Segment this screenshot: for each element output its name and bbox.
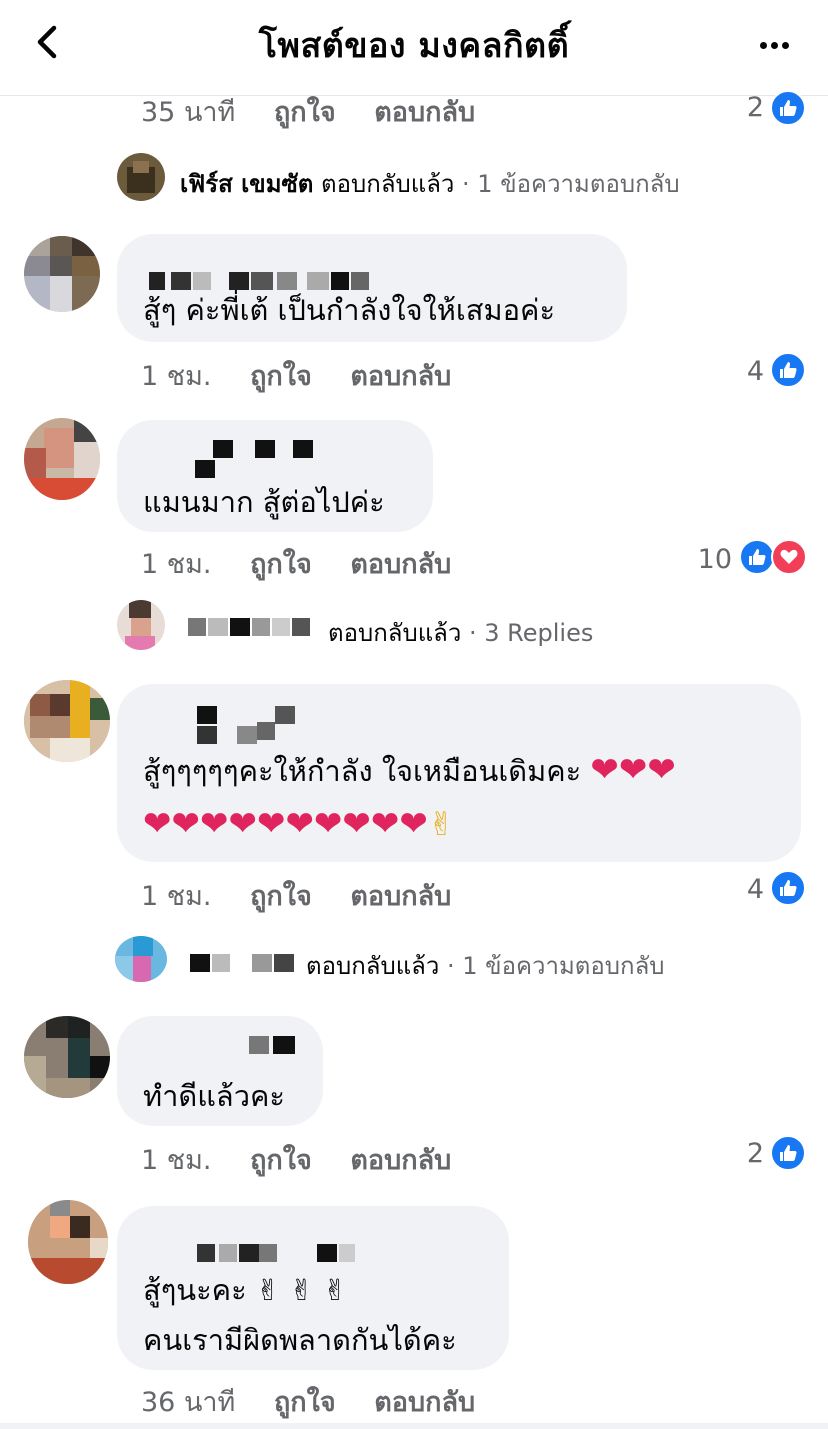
comment-text-line-2: คนเรามีผิดพลาดกันได้คะ <box>143 1323 457 1357</box>
comment-bubble[interactable]: แมนมาก สู้ต่อไปค่ะ <box>117 420 433 532</box>
like-action[interactable]: ถูกใจ <box>250 354 312 397</box>
like-action[interactable]: ถูกใจ <box>274 90 336 133</box>
peace-emoji: ✌ <box>427 805 455 843</box>
reaction-count[interactable]: 2 <box>700 1138 764 1169</box>
reply-action-text: ตอบกลับแล้ว <box>306 952 440 980</box>
comment-meta: 1 ชม. ถูกใจ ตอบกลับ <box>141 354 451 397</box>
reply-action[interactable]: ตอบกลับ <box>350 1138 451 1181</box>
commenter-name-redacted <box>143 1030 403 1070</box>
reply-count-text: · 1 ข้อความตอบกลับ <box>462 170 680 198</box>
top-bar: โพสต์ของ มงคลกิตติ์ <box>0 0 828 96</box>
reply-action[interactable]: ตอบกลับ <box>350 874 451 917</box>
comment-text: แมนมาก สู้ต่อไปค่ะ <box>143 485 385 519</box>
comment-time: 1 ชม. <box>141 549 212 580</box>
comment-meta: 1 ชม. ถูกใจ ตอบกลับ <box>141 874 451 917</box>
comment-time: 1 ชม. <box>141 361 212 392</box>
avatar[interactable] <box>24 1016 110 1098</box>
reply-count-text: · 1 ข้อความตอบกลับ <box>447 952 665 980</box>
bottom-divider <box>0 1423 828 1429</box>
avatar[interactable] <box>28 1200 108 1284</box>
comment-text: สู้ๆ ค่ะพี่เต้ เป็นกำลังใจให้เสมอค่ะ <box>143 293 556 327</box>
comment-time: 1 ชม. <box>141 1145 212 1176</box>
replier-name: เฟิร์ส เขมซัต <box>180 170 314 198</box>
reply-summary[interactable]: ตอบกลับแล้ว · 3 Replies <box>328 613 593 652</box>
comment-meta: 35 นาที ถูกใจ ตอบกลับ <box>141 90 475 133</box>
heart-emoji: ❤❤❤❤❤❤❤❤❤❤ <box>143 804 428 844</box>
comment-meta: 1 ชม. ถูกใจ ตอบกลับ <box>141 542 451 585</box>
comment-meta: 1 ชม. ถูกใจ ตอบกลับ <box>141 1138 451 1181</box>
reply-action[interactable]: ตอบกลับ <box>374 1380 475 1423</box>
like-action[interactable]: ถูกใจ <box>250 542 312 585</box>
like-thumb-icon <box>739 539 775 575</box>
like-action[interactable]: ถูกใจ <box>274 1380 336 1423</box>
comment-bubble[interactable]: สู้ๆ ค่ะพี่เต้ เป็นกำลังใจให้เสมอค่ะ <box>117 234 627 342</box>
more-button[interactable] <box>760 34 800 50</box>
comment-bubble[interactable]: ทำดีแล้วคะ <box>117 1016 323 1126</box>
commenter-name-redacted <box>143 1220 403 1262</box>
heart-emoji: ❤❤❤ <box>590 750 676 790</box>
comment-bubble[interactable]: สู้ๆนะคะ ✌ ✌ ✌ คนเรามีผิดพลาดกันได้คะ <box>117 1206 509 1370</box>
avatar[interactable] <box>115 936 167 982</box>
reaction-count[interactable]: 4 <box>700 874 764 905</box>
avatar[interactable] <box>117 153 165 201</box>
reply-action-text: ตอบกลับแล้ว <box>328 619 462 647</box>
reply-summary[interactable]: ตอบกลับแล้ว · 1 ข้อความตอบกลับ <box>306 946 665 985</box>
like-thumb-icon <box>770 870 806 906</box>
comment-meta: 36 นาที ถูกใจ ตอบกลับ <box>141 1380 475 1423</box>
reply-summary[interactable]: เฟิร์ส เขมซัต ตอบกลับแล้ว · 1 ข้อความตอบ… <box>180 164 680 203</box>
commenter-name-redacted <box>143 434 403 478</box>
reply-action[interactable]: ตอบกลับ <box>374 90 475 133</box>
comment-text-line-2: ❤❤❤❤❤❤❤❤❤❤✌ <box>143 796 455 853</box>
replier-name-redacted <box>172 950 302 974</box>
reaction-count[interactable]: 4 <box>700 356 764 387</box>
commenter-name-redacted <box>143 698 403 744</box>
like-thumb-icon <box>770 352 806 388</box>
reply-action[interactable]: ตอบกลับ <box>350 354 451 397</box>
reaction-count[interactable]: 10 <box>680 544 732 575</box>
comment-time: 35 นาที <box>141 97 236 128</box>
comment-text: ทำดีแล้วคะ <box>143 1079 285 1113</box>
love-heart-icon <box>771 539 807 575</box>
avatar[interactable] <box>117 600 165 650</box>
replier-name-redacted <box>172 616 322 638</box>
like-action[interactable]: ถูกใจ <box>250 874 312 917</box>
reply-action[interactable]: ตอบกลับ <box>350 542 451 585</box>
avatar[interactable] <box>24 418 100 500</box>
comment-time: 1 ชม. <box>141 881 212 912</box>
comment-text: สู้ๆนะคะ ✌ ✌ ✌ <box>143 1273 348 1307</box>
like-thumb-icon <box>770 90 806 126</box>
reply-count-text: · 3 Replies <box>469 619 594 647</box>
page-title: โพสต์ของ มงคลกิตติ์ <box>258 26 570 66</box>
like-thumb-icon <box>770 1135 806 1171</box>
like-action[interactable]: ถูกใจ <box>250 1138 312 1181</box>
avatar[interactable] <box>24 680 110 762</box>
reply-action-text: ตอบกลับแล้ว <box>321 170 455 198</box>
more-dots-icon <box>760 42 767 49</box>
comment-bubble[interactable]: สู้ๆๆๆๆๆคะให้กำลัง ใจเหมือนเดิมคะ ❤❤❤ ❤❤… <box>117 684 801 862</box>
reaction-count[interactable]: 2 <box>700 92 764 123</box>
comment-text: สู้ๆๆๆๆๆคะให้กำลัง ใจเหมือนเดิมคะ ❤❤❤ <box>143 750 676 790</box>
comment-time: 36 นาที <box>141 1387 236 1418</box>
avatar[interactable] <box>24 236 100 312</box>
